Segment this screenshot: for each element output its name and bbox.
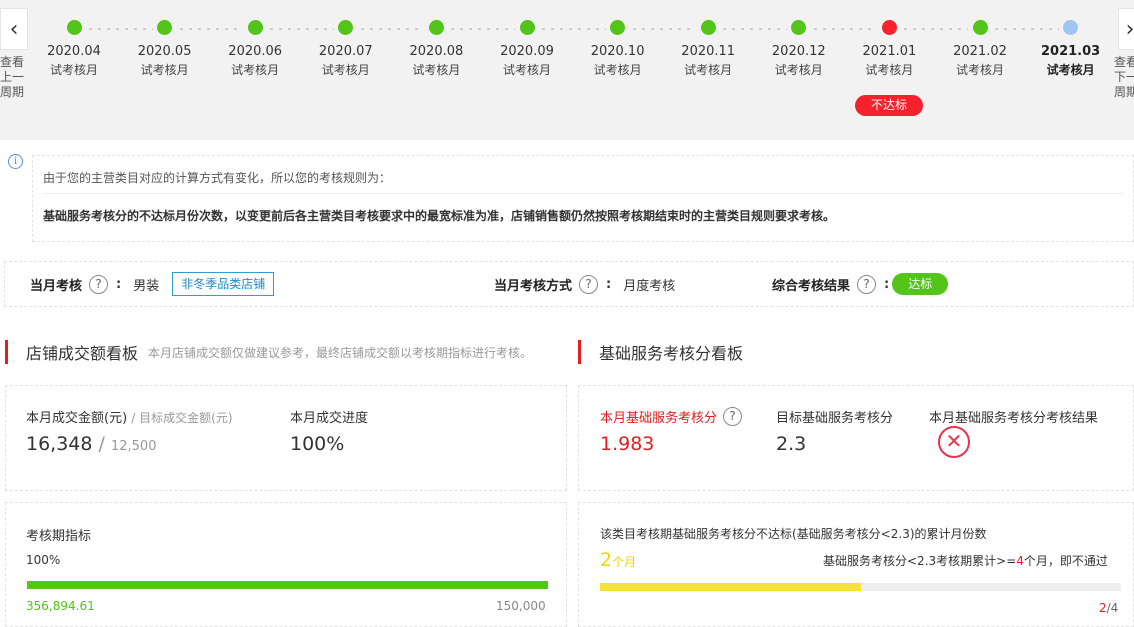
timeline-label: 试考核月	[49, 63, 98, 77]
timeline-date: 2020.12	[771, 44, 826, 59]
period-target-label: 考核期指标	[26, 529, 92, 544]
next-period-button[interactable]: ›	[1118, 8, 1134, 50]
monthly-sales-card: 本月成交金额(元) / 目标成交金额(元) 16,348 / 12,500 本月…	[5, 385, 567, 491]
period-target-value: 150,000	[496, 599, 546, 613]
timeline-label: 试考核月	[412, 63, 461, 77]
timeline-label: 试考核月	[1046, 63, 1095, 77]
fail-x-icon: ✕	[938, 426, 970, 458]
timeline-label: 试考核月	[955, 63, 1004, 77]
timeline-date: 2020.09	[500, 44, 554, 59]
timeline-date: 2020.07	[318, 44, 373, 59]
monthly-progress-value: 100%	[290, 433, 345, 455]
prev-period-button[interactable]: ‹	[0, 8, 28, 50]
notice-intro-text: 由于您的主营类目对应的计算方式有变化，所以您的考核规则为：	[43, 171, 392, 185]
period-actual-value: 356,894.61	[26, 599, 95, 613]
timeline-status-dot	[610, 20, 626, 35]
month-assessment: 当月考核 ? : 男装 非冬季品类店铺	[30, 272, 275, 296]
fail-months-card: 该类目考核期基础服务考核分不达标(基础服务考核分<2.3)的累计月份数 2个月 …	[578, 502, 1134, 627]
service-board-title: 基础服务考核分看板	[599, 344, 744, 363]
assessment-timeline: ‹ 查看上一周期 › 查看下一周期 2020.04 试考核月 2020.05 试考核月…	[0, 0, 1134, 140]
help-icon[interactable]: ?	[579, 274, 599, 294]
timeline-status-dot	[428, 20, 444, 35]
overall-result: 综合考核结果 ? : 达标	[772, 272, 949, 296]
timeline-label: 试考核月	[231, 63, 280, 77]
timeline-date: 2020.04	[47, 44, 101, 59]
service-score-label: 本月基础服务考核分	[600, 411, 718, 426]
period-progress-fill	[27, 581, 548, 589]
monthly-progress-label: 本月成交进度	[290, 411, 369, 426]
timeline-status-dot	[700, 20, 716, 35]
fail-months-progress-fill	[600, 583, 861, 591]
store-type-tag: 非冬季品类店铺	[172, 272, 275, 296]
sales-board-subtitle: 本月店铺成交额仅做建议参考，最终店铺成交额以考核期指标进行考核。	[148, 345, 533, 360]
notice-divider	[43, 193, 1123, 194]
sales-board-header: 店铺成交额看板 本月店铺成交额仅做建议参考，最终店铺成交额以考核期指标进行考核。	[5, 340, 532, 364]
fail-months-title: 该类目考核期基础服务考核分不达标(基础服务考核分<2.3)的累计月份数	[600, 527, 987, 541]
timeline-label: 试考核月	[502, 63, 551, 77]
timeline-status-dot	[1063, 20, 1079, 35]
assessment-method: 当月考核方式 ? : 月度考核	[494, 274, 676, 294]
prev-period-label[interactable]: 查看上一周期	[0, 55, 32, 100]
timeline-label: 试考核月	[140, 63, 189, 77]
fail-status-badge: 不达标	[855, 95, 923, 116]
assessment-method-value: 月度考核	[623, 278, 676, 294]
timeline-status-dot	[791, 20, 807, 35]
timeline-date: 2020.08	[409, 44, 464, 59]
service-board-header: 基础服务考核分看板	[578, 340, 743, 364]
monthly-amount-label: 本月成交金额(元) / 目标成交金额(元)	[26, 411, 233, 426]
help-icon[interactable]: ?	[857, 274, 877, 294]
timeline-label: 试考核月	[321, 63, 370, 77]
timeline-date: 2021.02	[953, 44, 1007, 59]
timeline-status-dot	[247, 20, 263, 35]
current-assessment-bar: 当月考核 ? : 男装 非冬季品类店铺 当月考核方式 ? : 月度考核 综合考核…	[4, 261, 1134, 307]
timeline-node[interactable]: 2021.03 试考核月	[1026, 20, 1116, 77]
fail-rule-text: 基础服务考核分<2.3考核期累计>=4个月，即不通过	[823, 554, 1108, 568]
timeline-date: 2021.03	[1040, 44, 1101, 59]
target-score-value: 2.3	[776, 433, 807, 455]
fail-months-value: 2个月	[600, 549, 637, 571]
help-icon[interactable]: ?	[89, 274, 109, 294]
timeline-status-dot	[972, 20, 988, 35]
info-icon: i	[8, 154, 23, 169]
overall-result-label: 综合考核结果	[772, 278, 851, 294]
timeline-label: 试考核月	[593, 63, 642, 77]
fail-months-progress-bar	[600, 583, 1121, 591]
month-assessment-label: 当月考核	[30, 278, 83, 294]
chevron-right-icon: ›	[1125, 16, 1134, 42]
month-category: 男装	[133, 278, 160, 294]
timeline-status-dot	[66, 20, 82, 35]
timeline-date: 2020.06	[228, 44, 283, 59]
timeline-status-dot	[519, 20, 535, 35]
period-percent: 100%	[26, 553, 61, 567]
target-amount-label: / 目标成交金额(元)	[131, 411, 233, 425]
target-amount-value: 12,500	[110, 439, 157, 454]
service-score-label-wrap: 本月基础服务考核分 ?	[600, 407, 743, 426]
timeline-label: 试考核月	[774, 63, 823, 77]
overall-result-badge: 达标	[892, 273, 949, 295]
sales-board-title: 店铺成交额看板	[26, 344, 139, 363]
period-progress-bar	[27, 581, 548, 589]
chevron-left-icon: ‹	[9, 16, 19, 42]
timeline-label: 试考核月	[865, 63, 914, 77]
timeline-status-dot	[338, 20, 354, 35]
score-result-label: 本月基础服务考核分考核结果	[929, 411, 1099, 426]
service-score-value: 1.983	[600, 433, 655, 455]
service-score-card: 本月基础服务考核分 ? 1.983 目标基础服务考核分 2.3 本月基础服务考核…	[578, 385, 1134, 491]
timeline-label: 试考核月	[684, 63, 733, 77]
timeline-status-dot	[881, 20, 897, 35]
timeline-date: 2021.01	[862, 44, 917, 59]
timeline-date: 2020.11	[681, 44, 736, 59]
fail-months-fraction: 2/4	[1099, 601, 1119, 615]
next-period-label[interactable]: 查看下一周期	[1114, 55, 1134, 100]
notice-rule-text: 基础服务考核分的不达标月份次数，以变更前后各主营类目考核要求中的最宽标准为准，店…	[43, 209, 836, 223]
rule-change-notice: 由于您的主营类目对应的计算方式有变化，所以您的考核规则为： 基础服务考核分的不达…	[32, 155, 1134, 242]
timeline-date: 2020.05	[137, 44, 192, 59]
timeline-status-dot	[157, 20, 173, 35]
timeline-date: 2020.10	[590, 44, 645, 59]
assessment-method-label: 当月考核方式	[494, 278, 573, 294]
target-score-label: 目标基础服务考核分	[776, 411, 894, 426]
period-target-card: 考核期指标 100% 356,894.61 150,000	[5, 502, 567, 627]
help-icon[interactable]: ?	[723, 407, 743, 426]
monthly-amount-value: 16,348 / 12,500	[26, 433, 157, 455]
